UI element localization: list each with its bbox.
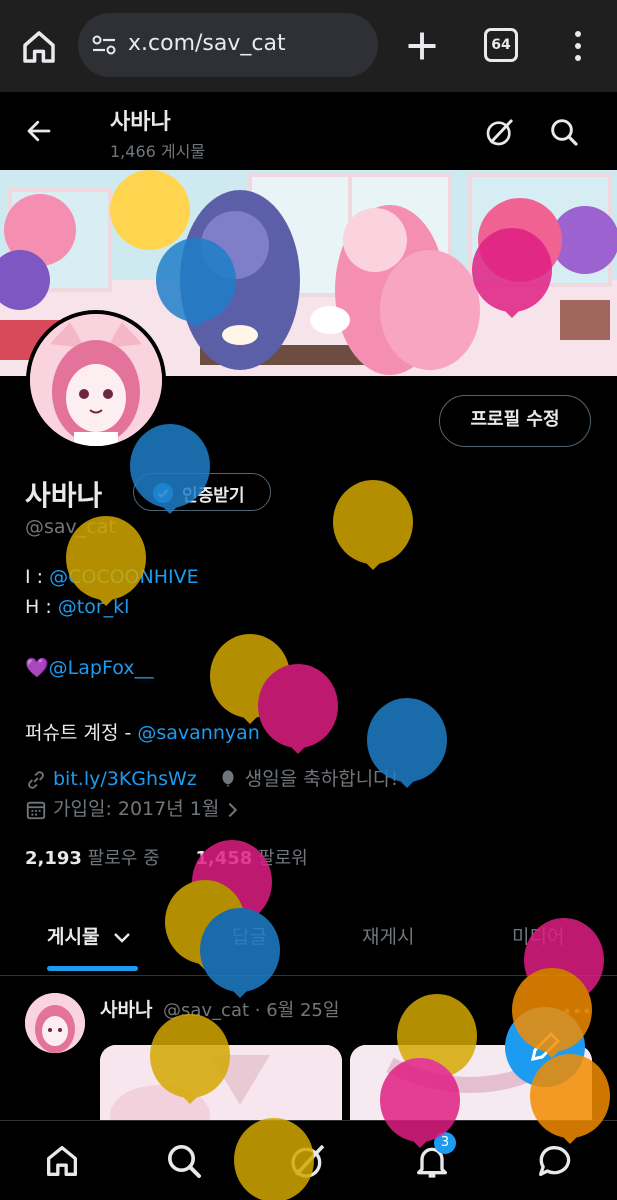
- followers-count: 1,458: [195, 848, 253, 869]
- profile-handle: @sav_cat: [25, 516, 116, 538]
- profile-top-nav: 사바나 1,466 게시물: [0, 92, 617, 170]
- chevron-right-icon[interactable]: [225, 799, 241, 821]
- active-tab-indicator: [47, 966, 138, 971]
- balloon-yellow-3: [210, 634, 290, 724]
- post-avatar[interactable]: [25, 993, 85, 1053]
- link-icon: [28, 770, 44, 789]
- site-settings-icon[interactable]: [90, 33, 118, 57]
- get-verified-button[interactable]: 인증받기: [133, 473, 271, 511]
- browser-toolbar: x.com/sav_cat 64: [0, 0, 617, 92]
- grok-icon[interactable]: [484, 116, 516, 148]
- chevron-down-icon: [114, 932, 130, 943]
- header-name: 사바나: [110, 110, 171, 135]
- balloon-icon: [222, 769, 234, 786]
- bio-line-1: I : @COCOONHIVE: [25, 566, 199, 588]
- bio-line-2: H : @tor_kl: [25, 596, 129, 618]
- notifications-badge: 3: [434, 1132, 456, 1154]
- browser-home-icon[interactable]: [18, 26, 60, 68]
- tab-replies[interactable]: 답글: [232, 922, 267, 949]
- bio-link-tor-kl[interactable]: @tor_kl: [58, 596, 130, 618]
- profile-avatar[interactable]: [26, 310, 166, 450]
- followers-label: 팔로워: [258, 848, 308, 869]
- header-post-count: 1,466 게시물: [110, 142, 206, 161]
- profile-tabs: 게시물 답글 재게시 미디어: [0, 900, 617, 976]
- bio-line-4: 퍼슈트 계정 - @savannyan: [25, 718, 260, 745]
- bio-line-3: 💜@LapFox__: [25, 656, 154, 679]
- joined-row: 가입일: 2017년 1월: [25, 794, 247, 821]
- profile-display-name: 사바나: [25, 479, 103, 512]
- bottom-navigation: [0, 1120, 617, 1200]
- purple-heart-emoji: 💜: [25, 657, 49, 679]
- post-author-name: 사바나: [100, 999, 153, 1021]
- tab-posts-label: 게시물: [47, 926, 100, 948]
- get-verified-label: 인증받기: [182, 486, 245, 506]
- new-tab-icon[interactable]: [404, 28, 440, 64]
- following-link[interactable]: 2,193 팔로우 중: [25, 848, 160, 869]
- balloon-pink-2: [258, 664, 338, 754]
- following-label: 팔로우 중: [87, 848, 160, 869]
- tab-reposts[interactable]: 재게시: [362, 922, 414, 949]
- calendar-icon: [26, 801, 46, 819]
- bio-line-4-prefix: 퍼슈트 계정 -: [25, 722, 138, 744]
- compose-button[interactable]: [503, 1005, 587, 1089]
- url-text: x.com/sav_cat: [128, 31, 286, 56]
- bio-link-savannyan[interactable]: @savannyan: [137, 722, 259, 744]
- nav-grok-icon[interactable]: [288, 1141, 328, 1181]
- back-arrow-icon[interactable]: [24, 116, 54, 146]
- bio-link-cocoonhive[interactable]: @COCOONHIVE: [49, 566, 199, 588]
- profile-meta-row: bit.ly/3KGhsWz 생일을 축하합니다!: [25, 764, 398, 791]
- search-icon[interactable]: [548, 116, 580, 148]
- bio-line-1-prefix: I :: [25, 566, 50, 588]
- edit-profile-button[interactable]: 프로필 수정: [439, 395, 591, 447]
- following-count: 2,193: [25, 848, 82, 869]
- follow-counts: 2,193 팔로우 중 1,458 팔로워: [25, 844, 308, 870]
- tab-posts[interactable]: 게시물: [47, 922, 132, 949]
- bio-line-2-prefix: H :: [25, 596, 58, 618]
- more-menu-icon[interactable]: [566, 28, 590, 64]
- nav-search-icon[interactable]: [164, 1141, 204, 1181]
- post-image-1[interactable]: [100, 1045, 342, 1125]
- verified-badge-icon: [153, 483, 173, 503]
- tab-media[interactable]: 미디어: [512, 922, 564, 949]
- bio-link-lapfox[interactable]: @LapFox__: [49, 657, 154, 679]
- website-link[interactable]: bit.ly/3KGhsWz: [53, 768, 197, 790]
- joined-date: 가입일: 2017년 1월: [53, 798, 220, 820]
- nav-home-icon[interactable]: [42, 1141, 82, 1181]
- nav-messages-icon[interactable]: [534, 1141, 574, 1181]
- post-handle-date: @sav_cat · 6월 25일: [163, 1000, 340, 1021]
- balloon-yellow-1: [333, 480, 413, 570]
- tab-switcher-button[interactable]: 64: [484, 28, 518, 62]
- address-bar[interactable]: x.com/sav_cat: [78, 13, 378, 77]
- birthday-text: 생일을 축하합니다!: [244, 768, 399, 790]
- followers-link[interactable]: 1,458 팔로워: [195, 848, 307, 869]
